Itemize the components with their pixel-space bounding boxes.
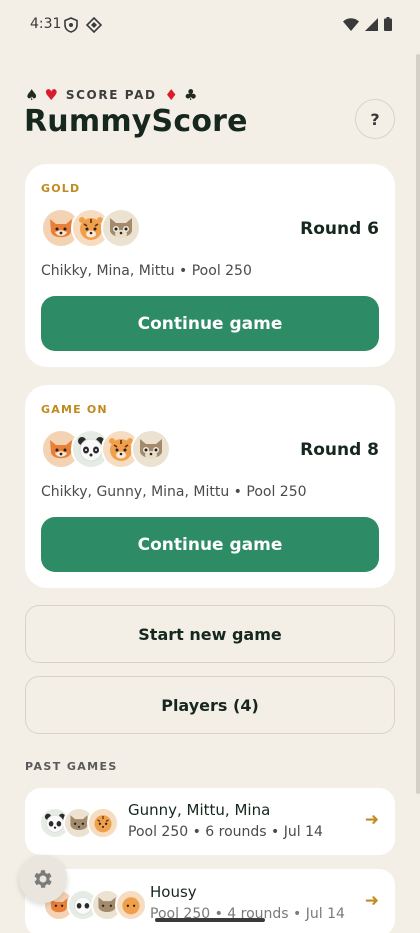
network-icon bbox=[86, 17, 102, 33]
shield-icon bbox=[64, 17, 78, 33]
game-status-tag: GOLD bbox=[41, 182, 81, 195]
wifi-icon bbox=[343, 17, 359, 31]
player-avatars bbox=[39, 807, 119, 839]
suits-row: ♠ ♥ SCORE PAD ♦ ♣ bbox=[25, 86, 197, 104]
game-status-tag: GAME ON bbox=[41, 403, 108, 416]
spade-icon: ♠ bbox=[25, 86, 39, 104]
game-card-gold[interactable]: GOLD Round 6 Chikky, Mina, Mittu • Pool … bbox=[25, 164, 395, 367]
cat-avatar-icon bbox=[101, 208, 141, 248]
past-game-row[interactable]: Housy Pool 250 • 4 rounds • Jul 14 ➜ bbox=[25, 869, 395, 933]
continue-game-button[interactable]: Continue game bbox=[41, 296, 379, 351]
player-avatars bbox=[41, 208, 141, 250]
club-icon: ♣ bbox=[183, 86, 198, 104]
signal-icon bbox=[365, 17, 378, 31]
home-indicator[interactable] bbox=[155, 918, 265, 922]
settings-button[interactable] bbox=[19, 855, 67, 903]
past-games-heading: PAST GAMES bbox=[25, 760, 118, 773]
cat-avatar-icon bbox=[131, 429, 171, 469]
players-button[interactable]: Players (4) bbox=[25, 676, 395, 734]
round-label: Round 8 bbox=[300, 440, 379, 460]
app-title: RummyScore bbox=[24, 104, 248, 139]
player-avatars bbox=[41, 429, 171, 471]
continue-game-button[interactable]: Continue game bbox=[41, 517, 379, 572]
past-game-row[interactable]: Gunny, Mittu, Mina Pool 250 • 6 rounds •… bbox=[25, 788, 395, 855]
help-button[interactable]: ? bbox=[355, 99, 395, 139]
past-game-title: Housy bbox=[150, 883, 197, 901]
round-label: Round 6 bbox=[300, 219, 379, 239]
score-pad-label: SCORE PAD bbox=[65, 88, 157, 102]
tiger-avatar-icon bbox=[87, 807, 119, 839]
battery-icon bbox=[384, 17, 392, 31]
past-game-subtitle: Pool 250 • 6 rounds • Jul 14 bbox=[128, 824, 323, 840]
game-players-line: Chikky, Mina, Mittu • Pool 250 bbox=[41, 263, 252, 279]
past-game-title: Gunny, Mittu, Mina bbox=[128, 801, 271, 819]
tiger-avatar-icon bbox=[115, 889, 147, 921]
question-mark-icon: ? bbox=[370, 109, 380, 129]
heart-icon: ♥ bbox=[44, 86, 58, 104]
game-card-game-on[interactable]: GAME ON Round 8 Chikky, Gunny, Mina, Mit… bbox=[25, 385, 395, 588]
gear-icon bbox=[34, 870, 52, 888]
status-bar: 4:31 bbox=[0, 0, 420, 52]
start-new-game-button[interactable]: Start new game bbox=[25, 605, 395, 663]
diamond-icon: ♦ bbox=[164, 86, 178, 104]
arrow-right-icon: ➜ bbox=[364, 891, 379, 911]
scrollbar[interactable] bbox=[416, 54, 420, 794]
game-players-line: Chikky, Gunny, Mina, Mittu • Pool 250 bbox=[41, 484, 307, 500]
arrow-right-icon: ➜ bbox=[364, 810, 379, 830]
status-time: 4:31 bbox=[30, 16, 62, 32]
